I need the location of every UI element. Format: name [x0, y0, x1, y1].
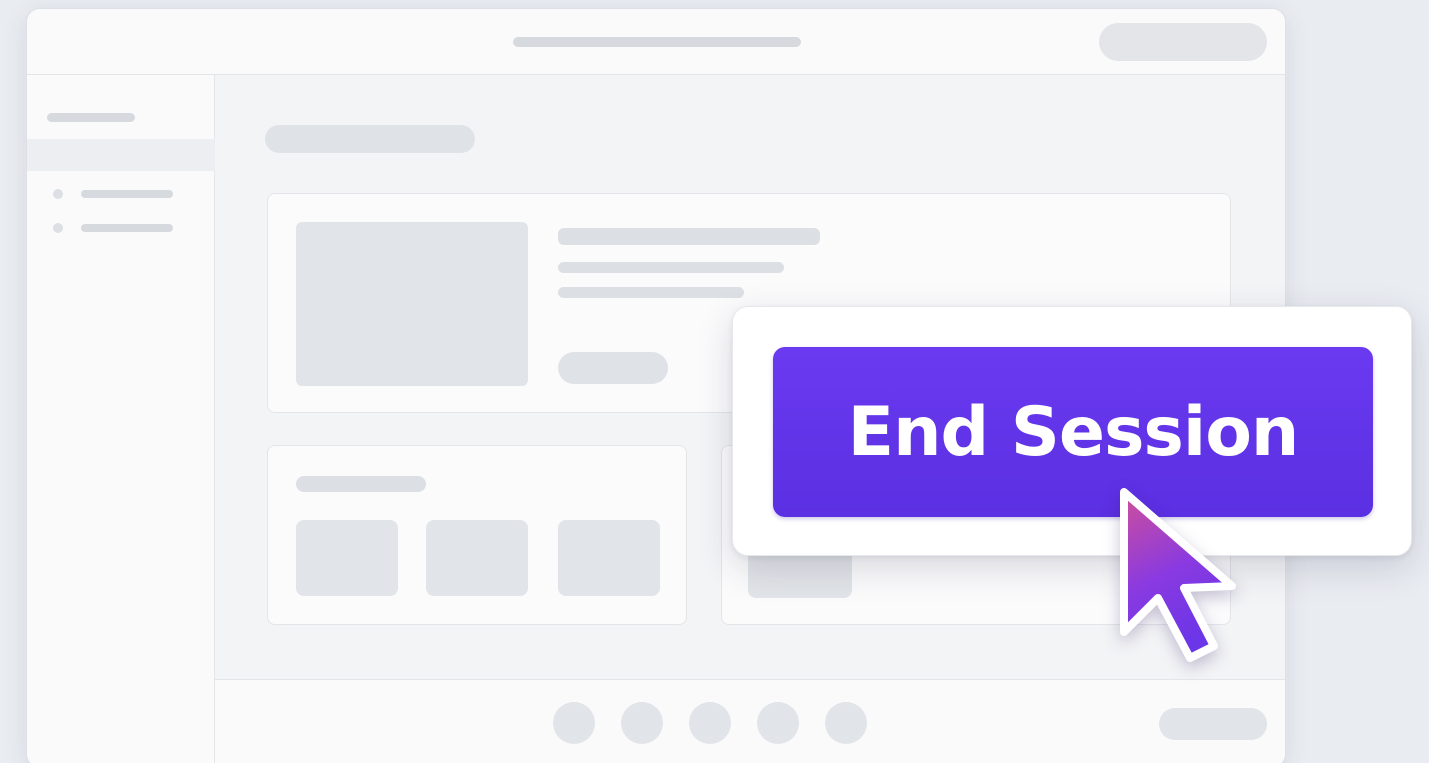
sidebar-item[interactable]	[53, 221, 203, 235]
window-title-placeholder	[513, 37, 801, 47]
tile-placeholder[interactable]	[558, 520, 660, 596]
image-placeholder	[296, 222, 528, 386]
footer-circle-button[interactable]	[757, 702, 799, 744]
card-text-placeholder	[558, 287, 744, 298]
tiles-card	[267, 445, 687, 625]
page-title-placeholder	[265, 125, 475, 153]
sidebar-item-active[interactable]	[27, 139, 215, 171]
card-action-button[interactable]	[558, 352, 668, 384]
tiles-card-heading-placeholder	[296, 476, 426, 492]
footer-circle-button[interactable]	[689, 702, 731, 744]
titlebar-action-button[interactable]	[1099, 23, 1267, 61]
footer-circle-button[interactable]	[553, 702, 595, 744]
footer-circle-button[interactable]	[825, 702, 867, 744]
card-title-placeholder	[558, 228, 820, 245]
footer-circle-button[interactable]	[621, 702, 663, 744]
end-session-button[interactable]: End Session	[773, 347, 1373, 517]
bullet-icon	[53, 189, 63, 199]
mouse-pointer-icon	[1120, 488, 1236, 662]
end-session-popup: End Session	[732, 306, 1412, 556]
bullet-icon	[53, 223, 63, 233]
footer-bar	[215, 679, 1285, 763]
title-bar	[27, 9, 1285, 75]
tile-placeholder[interactable]	[296, 520, 398, 596]
sidebar	[27, 75, 215, 763]
sidebar-heading-placeholder	[47, 113, 135, 122]
sidebar-item[interactable]	[53, 187, 203, 201]
sidebar-item-label-placeholder	[81, 190, 173, 198]
tile-placeholder[interactable]	[426, 520, 528, 596]
footer-action-button[interactable]	[1159, 708, 1267, 740]
card-text-placeholder	[558, 262, 784, 273]
sidebar-item-label-placeholder	[81, 224, 173, 232]
